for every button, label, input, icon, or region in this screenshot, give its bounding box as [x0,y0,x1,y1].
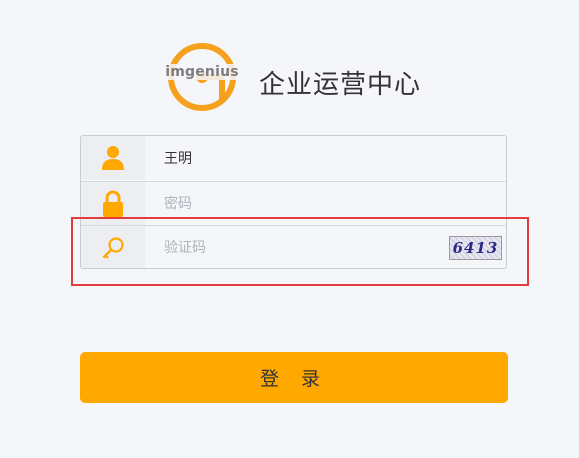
key-icon [102,237,124,259]
password-row [81,181,506,226]
captcha-icon-cell [81,226,145,268]
login-button[interactable]: 登 录 [80,352,508,403]
brand-logo: imgenius [164,40,240,114]
captcha-row: 6413 [81,225,506,268]
password-input[interactable] [145,182,506,226]
username-row [81,136,506,180]
captcha-image[interactable]: 6413 [449,236,502,260]
logo-text: imgenius [164,64,240,80]
login-form: 6413 [80,135,507,269]
username-input[interactable] [145,136,506,180]
username-icon-cell [81,136,145,180]
user-icon [102,146,124,170]
app-title: 企业运营中心 [259,70,422,100]
lock-icon [103,190,123,217]
password-icon-cell [81,182,145,226]
